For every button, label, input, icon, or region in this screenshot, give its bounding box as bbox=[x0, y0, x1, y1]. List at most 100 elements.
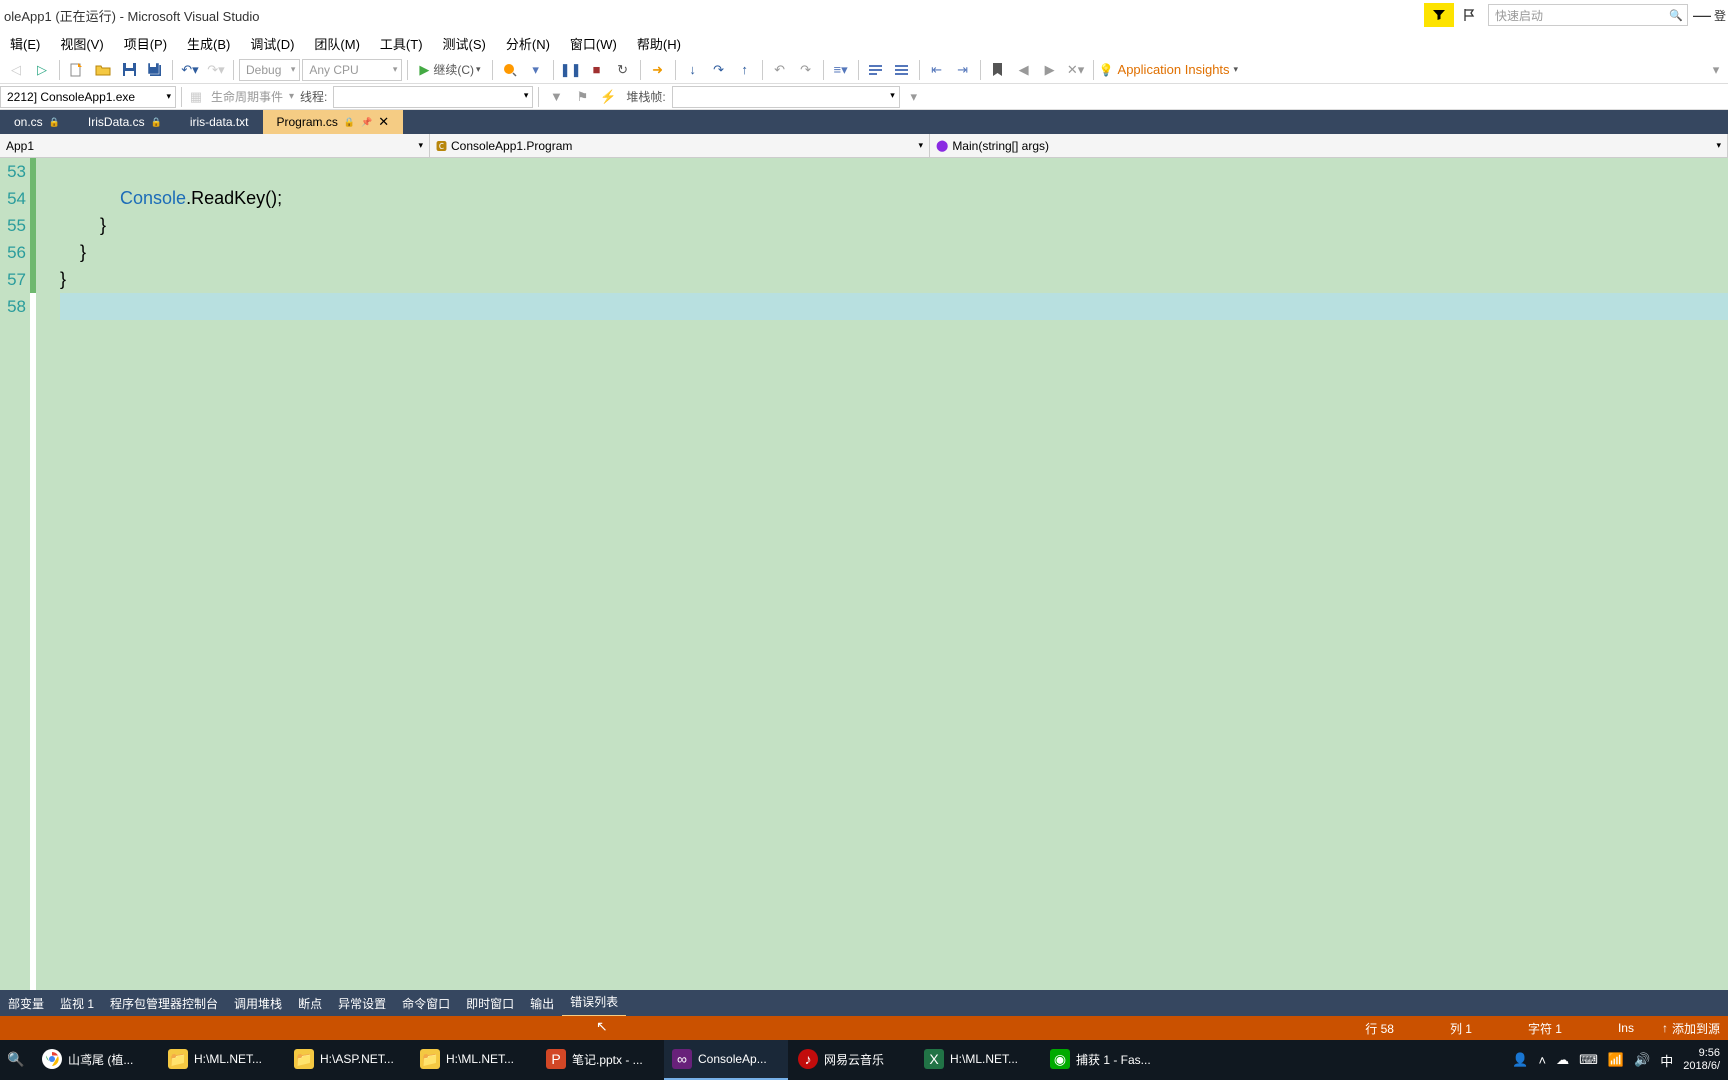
start-continue-button[interactable]: ▶ 继续(C) bbox=[413, 58, 486, 82]
stackframe-dropdown[interactable] bbox=[672, 86, 900, 108]
nav-back-button[interactable]: ◁ bbox=[4, 58, 28, 82]
add-to-source-control[interactable]: ↑ 添加到源 bbox=[1662, 1020, 1720, 1037]
tab-error-list[interactable]: 错误列表 bbox=[562, 988, 626, 1018]
tray-expand-icon[interactable]: ˄ bbox=[1539, 1053, 1547, 1068]
app-insights-button[interactable]: Application Insights bbox=[1099, 62, 1239, 77]
bookmark-next-button[interactable]: ▶ bbox=[1038, 58, 1062, 82]
taskbar-app-3[interactable]: 📁 H:\ML.NET... bbox=[412, 1040, 536, 1080]
uncomment-button[interactable] bbox=[890, 58, 914, 82]
tab-command-window[interactable]: 命令窗口 bbox=[394, 990, 458, 1017]
step-backward-button[interactable]: ↶ bbox=[768, 58, 792, 82]
tab-locals[interactable]: 部变量 bbox=[0, 990, 52, 1017]
login-button[interactable]: 登 bbox=[1712, 7, 1728, 24]
toolbar-overflow[interactable]: ▾ bbox=[1704, 58, 1728, 82]
stop-button[interactable]: ■ bbox=[585, 58, 609, 82]
fold-column[interactable] bbox=[36, 158, 60, 990]
taskbar-app-0[interactable]: 山鸢尾 (植... bbox=[34, 1040, 158, 1080]
keyboard-icon[interactable]: ⌨ bbox=[1579, 1052, 1598, 1068]
nav-forward-button[interactable]: ▷ bbox=[30, 58, 54, 82]
step-into-button[interactable]: ↓ bbox=[681, 58, 705, 82]
tab-file-2[interactable]: iris-data.txt bbox=[176, 110, 263, 134]
show-next-statement-button[interactable]: ➜ bbox=[646, 58, 670, 82]
debug-target-button[interactable]: ▾ bbox=[524, 58, 548, 82]
tab-output[interactable]: 输出 bbox=[522, 990, 562, 1017]
undo-button[interactable]: ↶▾ bbox=[178, 58, 202, 82]
scope-dropdown[interactable]: App1 bbox=[0, 134, 430, 157]
threads-graph-button[interactable]: ⚡ bbox=[596, 85, 620, 109]
close-tab-button[interactable]: ✕ bbox=[378, 114, 389, 130]
step-forward-hist-button[interactable]: ↷ bbox=[794, 58, 818, 82]
browser-link-button[interactable] bbox=[498, 58, 522, 82]
intellitrace-button[interactable]: ≡▾ bbox=[829, 58, 853, 82]
menu-project[interactable]: 项目(P) bbox=[114, 30, 177, 57]
decrease-indent-button[interactable]: ⇤ bbox=[925, 58, 949, 82]
save-button[interactable] bbox=[117, 58, 141, 82]
tab-file-3[interactable]: Program.cs 🔒 📌 ✕ bbox=[263, 110, 404, 134]
lifecycle-events-button[interactable]: ▦ bbox=[187, 85, 205, 109]
feedback-button[interactable] bbox=[1454, 3, 1484, 27]
menu-tools[interactable]: 工具(T) bbox=[370, 30, 433, 57]
ime-indicator[interactable]: 中 bbox=[1660, 1051, 1673, 1070]
menu-build[interactable]: 生成(B) bbox=[177, 30, 240, 57]
thread-dropdown[interactable] bbox=[333, 86, 533, 108]
comment-icon bbox=[868, 62, 883, 77]
taskbar-app-1[interactable]: 📁 H:\ML.NET... bbox=[160, 1040, 284, 1080]
tab-watch1[interactable]: 监视 1 bbox=[52, 990, 102, 1017]
increase-indent-button[interactable]: ⇥ bbox=[951, 58, 975, 82]
taskbar-app-6[interactable]: ♪ 网易云音乐 bbox=[790, 1040, 914, 1080]
step-over-button[interactable]: ↷ bbox=[707, 58, 731, 82]
toolbar2-overflow[interactable]: ▾ bbox=[902, 85, 926, 109]
solution-platform-dropdown[interactable]: Any CPU bbox=[302, 59, 402, 81]
people-icon[interactable]: 👤 bbox=[1512, 1052, 1528, 1068]
redo-button[interactable]: ↷▾ bbox=[204, 58, 228, 82]
taskbar-app-4[interactable]: P 笔记.pptx - ... bbox=[538, 1040, 662, 1080]
taskbar-app-7[interactable]: X H:\ML.NET... bbox=[916, 1040, 1040, 1080]
pause-button[interactable]: ❚❚ bbox=[559, 58, 583, 82]
tab-immediate[interactable]: 即时窗口 bbox=[458, 990, 522, 1017]
wifi-icon[interactable]: 📶 bbox=[1608, 1052, 1624, 1068]
menu-debug[interactable]: 调试(D) bbox=[240, 30, 304, 57]
save-all-button[interactable] bbox=[143, 58, 167, 82]
quick-launch-search[interactable]: 快速启动 bbox=[1488, 4, 1688, 26]
solution-config-dropdown[interactable]: Debug bbox=[239, 59, 300, 81]
menu-edit[interactable]: 辑(E) bbox=[0, 30, 50, 57]
taskbar-app-8[interactable]: ◉ 捕获 1 - Fas... bbox=[1042, 1040, 1166, 1080]
tab-file-0[interactable]: on.cs 🔒 bbox=[0, 110, 74, 134]
step-out-button[interactable]: ↑ bbox=[733, 58, 757, 82]
cloud-icon[interactable]: ☁ bbox=[1556, 1052, 1569, 1068]
menu-window[interactable]: 窗口(W) bbox=[560, 30, 627, 57]
bookmark-prev-button[interactable]: ◀ bbox=[1012, 58, 1036, 82]
clock[interactable]: 9:56 2018/6/ bbox=[1683, 1047, 1720, 1073]
flag-threads-button[interactable]: ⚑ bbox=[570, 85, 594, 109]
menu-view[interactable]: 视图(V) bbox=[50, 30, 113, 57]
taskbar-app-2[interactable]: 📁 H:\ASP.NET... bbox=[286, 1040, 410, 1080]
taskbar-chrome[interactable]: 🔍 bbox=[0, 1040, 32, 1080]
notification-filter-button[interactable] bbox=[1424, 3, 1454, 27]
restart-button[interactable]: ↻ bbox=[611, 58, 635, 82]
filter-threads-button[interactable]: ▼ bbox=[544, 85, 568, 109]
menu-test[interactable]: 测试(S) bbox=[433, 30, 496, 57]
tab-callstack[interactable]: 调用堆栈 bbox=[226, 990, 290, 1017]
pin-icon[interactable]: 📌 bbox=[361, 117, 372, 128]
volume-icon[interactable]: 🔊 bbox=[1634, 1052, 1650, 1068]
taskbar-app-5[interactable]: ∞ ConsoleAp... bbox=[664, 1040, 788, 1080]
tab-file-1[interactable]: IrisData.cs 🔒 bbox=[74, 110, 176, 134]
comment-button[interactable] bbox=[864, 58, 888, 82]
bookmark-clear-button[interactable]: ✕▾ bbox=[1064, 58, 1088, 82]
tab-pkg-console[interactable]: 程序包管理器控制台 bbox=[102, 990, 226, 1017]
bookmark-toggle-button[interactable] bbox=[986, 58, 1010, 82]
open-file-button[interactable] bbox=[91, 58, 115, 82]
menu-help[interactable]: 帮助(H) bbox=[627, 30, 691, 57]
separator bbox=[675, 60, 676, 80]
tab-exceptions[interactable]: 异常设置 bbox=[330, 990, 394, 1017]
menu-analyze[interactable]: 分析(N) bbox=[496, 30, 560, 57]
code-content[interactable]: Console.ReadKey(); } }} bbox=[60, 158, 1728, 990]
minimize-button[interactable]: — bbox=[1692, 3, 1712, 27]
member-dropdown[interactable]: ⬤ Main(string[] args) bbox=[930, 134, 1728, 157]
new-file-button[interactable] bbox=[65, 58, 89, 82]
class-dropdown[interactable]: 🅲 ConsoleApp1.Program bbox=[430, 134, 930, 157]
process-dropdown[interactable]: 2212] ConsoleApp1.exe bbox=[0, 86, 176, 108]
code-editor[interactable]: 53 54 55 56 57 58 Console.ReadKey(); } }… bbox=[0, 158, 1728, 990]
tab-breakpoints[interactable]: 断点 bbox=[290, 990, 330, 1017]
menu-team[interactable]: 团队(M) bbox=[304, 30, 370, 57]
